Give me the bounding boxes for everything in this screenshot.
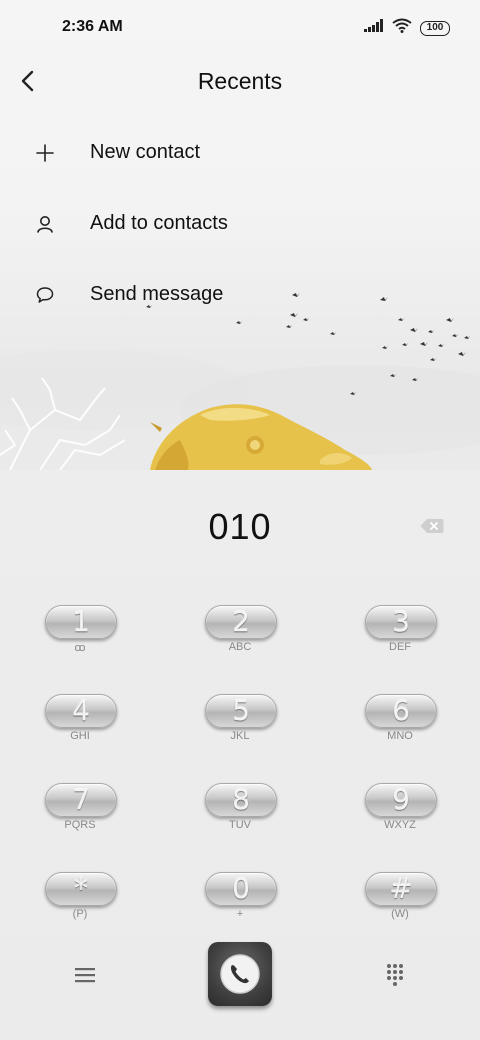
plus-icon (34, 142, 56, 164)
status-icons: 100 (364, 18, 450, 38)
key-star-digit: * (74, 872, 88, 905)
key-2-button[interactable]: 2 (205, 605, 277, 639)
key-0[interactable]: 0 + (205, 872, 277, 932)
key-2-letters: ABC (228, 641, 252, 653)
key-hash-digit: # (389, 872, 413, 905)
key-7-button[interactable]: 7 (45, 783, 117, 817)
page-title: Recents (197, 68, 283, 94)
key-0-button[interactable]: 0 (205, 872, 277, 906)
backspace-icon[interactable] (420, 518, 444, 534)
key-4-letters: GHI (70, 730, 90, 742)
key-9-digit: 9 (392, 783, 410, 816)
key-4-button[interactable]: 4 (45, 694, 117, 728)
battery-indicator: 100 (420, 20, 450, 36)
key-5-button[interactable]: 5 (205, 694, 277, 728)
key-star-button[interactable]: * (45, 872, 117, 906)
person-icon (34, 213, 56, 235)
cellular-signal-icon (364, 19, 384, 37)
key-7-letters: PQRS (64, 819, 96, 831)
key-9-letters: WXYZ (384, 819, 416, 831)
key-6[interactable]: 6 MNO (365, 694, 437, 754)
key-1-digit: 1 (72, 605, 90, 638)
add-to-contacts-item[interactable]: Add to contacts (0, 188, 480, 259)
key-9[interactable]: 9 WXYZ (365, 783, 437, 843)
call-button[interactable] (208, 942, 272, 1006)
key-7-digit: 7 (72, 783, 90, 816)
key-9-button[interactable]: 9 (365, 783, 437, 817)
key-0-letters: + (236, 908, 244, 920)
add-to-contacts-label: Add to contacts (90, 212, 228, 234)
send-message-item[interactable]: Send message (0, 259, 480, 330)
key-5-letters: JKL (230, 730, 250, 742)
dialed-number: 010 (208, 506, 272, 547)
key-8-letters: TUV (229, 819, 251, 831)
keypad-grid-icon (387, 964, 403, 986)
header: Recents (0, 56, 480, 106)
key-7[interactable]: 7 PQRS (45, 783, 117, 843)
key-8[interactable]: 8 TUV (205, 783, 277, 843)
key-2-digit: 2 (232, 605, 250, 638)
key-2[interactable]: 2 ABC (205, 605, 277, 665)
key-star[interactable]: * (P) (45, 872, 117, 932)
key-1-button[interactable]: 1 (45, 605, 117, 639)
send-message-label: Send message (90, 283, 224, 305)
key-1[interactable]: 1 ꝏ (45, 605, 117, 665)
key-8-button[interactable]: 8 (205, 783, 277, 817)
key-hash-button[interactable]: # (365, 872, 437, 906)
key-6-button[interactable]: 6 (365, 694, 437, 728)
key-8-digit: 8 (232, 783, 250, 816)
actions-menu: New contact Add to contacts Send message (0, 117, 480, 330)
message-bubble-icon (34, 284, 56, 306)
menu-button[interactable] (72, 962, 98, 988)
new-contact-label: New contact (90, 141, 201, 163)
bottom-bar (0, 940, 480, 1040)
wifi-icon (392, 18, 412, 38)
key-5[interactable]: 5 JKL (205, 694, 277, 754)
key-6-letters: MNO (387, 730, 413, 742)
status-bar: 2:36 AM 100 (0, 0, 480, 56)
key-6-digit: 6 (392, 694, 410, 727)
voicemail-icon: ꝏ (74, 642, 86, 654)
dialer-screen: 2:36 AM 100 Recents New contact Add to c… (0, 0, 480, 1040)
key-5-digit: 5 (232, 694, 250, 727)
keypad-toggle-button[interactable] (384, 962, 406, 988)
phone-call-icon (220, 954, 260, 994)
key-3-button[interactable]: 3 (365, 605, 437, 639)
key-star-letters: (P) (72, 908, 88, 920)
key-3[interactable]: 3 DEF (365, 605, 437, 665)
key-hash[interactable]: # (W) (365, 872, 437, 932)
key-3-letters: DEF (389, 641, 411, 653)
key-4[interactable]: 4 GHI (45, 694, 117, 754)
key-0-digit: 0 (232, 872, 250, 905)
new-contact-item[interactable]: New contact (0, 117, 480, 188)
hamburger-menu-icon (75, 968, 95, 983)
top-section: 2:36 AM 100 Recents New contact Add to c… (0, 0, 480, 470)
status-time: 2:36 AM (62, 18, 123, 35)
key-3-digit: 3 (392, 605, 410, 638)
key-4-digit: 4 (72, 694, 90, 727)
key-hash-letters: (W) (391, 908, 409, 920)
